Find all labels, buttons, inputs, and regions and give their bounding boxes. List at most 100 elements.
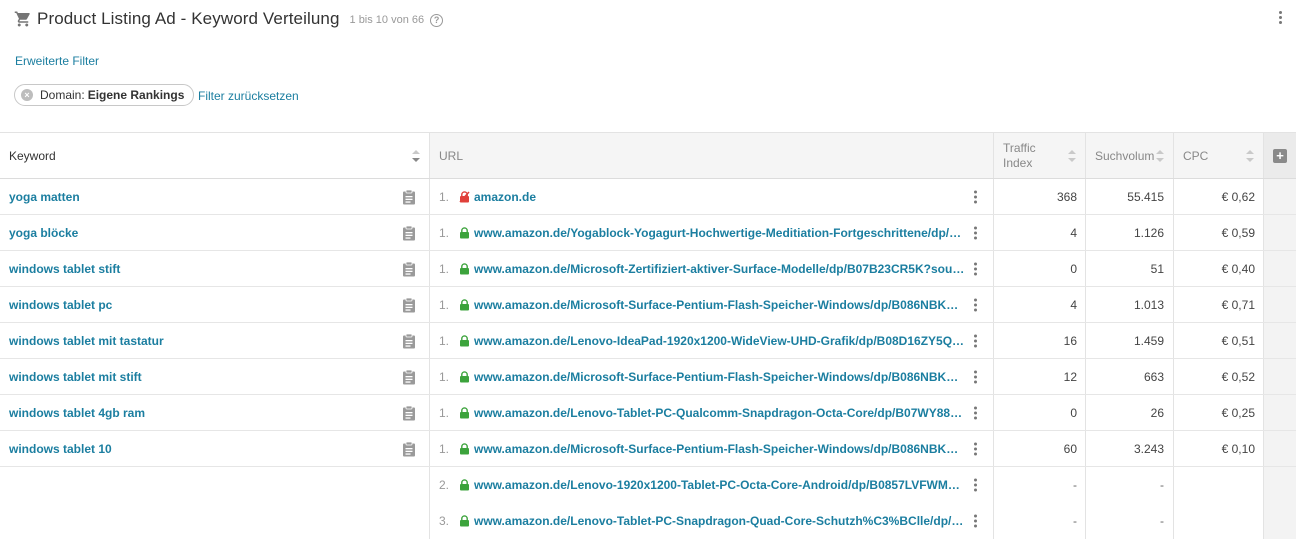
table-subrow: 2. www.amazon.de/Lenovo-1920x1200-Tablet-… [0, 467, 1296, 503]
keyword-link[interactable]: yoga matten [9, 190, 80, 204]
rank-number: 2. [439, 478, 450, 492]
page-title: Product Listing Ad - Keyword Verteilung [37, 9, 340, 28]
result-count: 1 bis 10 von 66 [349, 14, 425, 26]
traffic-index-cell: 16 [994, 323, 1086, 358]
search-volume-cell: - [1086, 467, 1174, 503]
row-menu-icon[interactable] [974, 298, 977, 311]
rank-number: 1. [439, 225, 450, 240]
advanced-filter-link[interactable]: Erweiterte Filter [15, 54, 99, 68]
clipboard-icon[interactable] [402, 369, 416, 385]
row-menu-icon[interactable] [974, 262, 977, 275]
column-cpc[interactable]: CPC [1174, 133, 1264, 178]
help-icon[interactable]: ? [430, 13, 444, 27]
keyword-cell: windows tablet pc [0, 287, 430, 322]
row-menu-icon[interactable] [974, 478, 977, 492]
url-link[interactable]: www.amazon.de/Lenovo-Tablet-PC-Snapdrago… [474, 514, 966, 528]
reset-filter-link[interactable]: Filter zurücksetzen [198, 89, 299, 103]
url-link[interactable]: www.amazon.de/Lenovo-1920x1200-Tablet-PC… [474, 478, 966, 492]
secure-lock-icon [460, 442, 469, 454]
row-menu-icon[interactable] [974, 190, 977, 203]
chip-value: Eigene Rankings [87, 88, 185, 102]
rank-number: 1. [439, 189, 450, 204]
clipboard-icon[interactable] [402, 333, 416, 349]
clipboard-icon[interactable] [402, 441, 416, 457]
rank-number: 3. [439, 514, 450, 528]
url-link[interactable]: www.amazon.de/Microsoft-Surface-Pentium-… [474, 442, 966, 456]
table-row: windows tablet stift 1. www.amazon.de/Micr… [0, 251, 1296, 287]
add-column-cell [1264, 179, 1296, 214]
url-cell: 3. www.amazon.de/Lenovo-Tablet-PC-Snapdra… [430, 503, 994, 539]
url-link[interactable]: www.amazon.de/Microsoft-Surface-Pentium-… [474, 370, 966, 384]
secure-lock-icon [460, 370, 469, 382]
table-subrow: 3. www.amazon.de/Lenovo-Tablet-PC-Snapdra… [0, 503, 1296, 539]
secure-lock-icon [460, 298, 469, 310]
sort-icon[interactable] [1068, 149, 1076, 162]
table-row: windows tablet mit stift 1. www.amazon.de/… [0, 359, 1296, 395]
clipboard-icon[interactable] [402, 297, 416, 313]
url-link[interactable]: www.amazon.de/Lenovo-IdeaPad-1920x1200-W… [474, 334, 966, 348]
secure-lock-icon [460, 262, 469, 274]
rank-number: 1. [439, 333, 450, 348]
add-column-cell [1264, 287, 1296, 322]
traffic-index-cell: 4 [994, 215, 1086, 250]
keyword-link[interactable]: windows tablet pc [9, 298, 112, 312]
row-menu-icon[interactable] [974, 406, 977, 419]
cpc-cell: € 0,59 [1174, 215, 1264, 250]
sort-icon[interactable] [1156, 149, 1164, 162]
keyword-link[interactable]: windows tablet 10 [9, 442, 112, 456]
remove-filter-icon[interactable]: × [21, 89, 33, 101]
column-label: URL [439, 148, 464, 163]
url-link[interactable]: amazon.de [474, 190, 966, 204]
url-cell: 1. www.amazon.de/Lenovo-Tablet-PC-Qualcom… [430, 395, 994, 430]
url-link[interactable]: www.amazon.de/Yogablock-Yogagurt-Hochwer… [474, 226, 966, 240]
keyword-link[interactable]: windows tablet mit stift [9, 370, 142, 384]
keyword-link[interactable]: windows tablet stift [9, 262, 120, 276]
search-volume-cell: 1.013 [1086, 287, 1174, 322]
add-column-cell [1264, 431, 1296, 466]
column-url: URL [430, 133, 994, 178]
column-label: Keyword [9, 148, 56, 163]
row-menu-icon[interactable] [974, 226, 977, 239]
add-column-cell: + [1264, 133, 1296, 178]
column-keyword[interactable]: Keyword [0, 133, 430, 178]
add-column-icon[interactable]: + [1273, 148, 1287, 163]
url-cell: 1. www.amazon.de/Microsoft-Surface-Pentiu… [430, 359, 994, 394]
table-body: yoga matten 1. amazon.de 368 55.415 € 0,62 yog… [0, 179, 1296, 539]
keyword-cell: windows tablet 4gb ram [0, 395, 430, 430]
keyword-cell [0, 503, 430, 539]
url-link[interactable]: www.amazon.de/Microsoft-Surface-Pentium-… [474, 298, 966, 312]
rank-number: 1. [439, 261, 450, 276]
rank-number: 1. [439, 441, 450, 456]
keyword-link[interactable]: windows tablet 4gb ram [9, 406, 145, 420]
url-link[interactable]: www.amazon.de/Lenovo-Tablet-PC-Qualcomm-… [474, 406, 966, 420]
row-menu-icon[interactable] [974, 442, 977, 455]
sort-icon[interactable] [1246, 149, 1254, 162]
search-volume-cell: 26 [1086, 395, 1174, 430]
clipboard-icon[interactable] [402, 189, 416, 205]
rank-number: 1. [439, 405, 450, 420]
row-menu-icon[interactable] [974, 514, 977, 528]
keyword-cell: windows tablet 10 [0, 431, 430, 466]
table-header: Keyword URL Traffic Index Suchvolum CPC + [0, 132, 1296, 179]
keyword-link[interactable]: yoga blöcke [9, 226, 78, 240]
clipboard-icon[interactable] [402, 225, 416, 241]
keyword-cell: yoga matten [0, 179, 430, 214]
chip-label: Domain: [40, 88, 85, 102]
cpc-cell [1174, 503, 1264, 539]
keyword-cell: windows tablet stift [0, 251, 430, 286]
row-menu-icon[interactable] [974, 370, 977, 383]
traffic-index-cell: - [994, 467, 1086, 503]
url-cell: 1. amazon.de [430, 179, 994, 214]
clipboard-icon[interactable] [402, 405, 416, 421]
keyword-link[interactable]: windows tablet mit tastatur [9, 334, 164, 348]
add-column-cell [1264, 467, 1296, 503]
row-menu-icon[interactable] [974, 334, 977, 347]
url-cell: 1. www.amazon.de/Microsoft-Surface-Pentiu… [430, 287, 994, 322]
column-search-volume[interactable]: Suchvolum [1086, 133, 1174, 178]
sort-icon[interactable] [412, 149, 420, 162]
column-traffic-index[interactable]: Traffic Index [994, 133, 1086, 178]
traffic-index-cell: 12 [994, 359, 1086, 394]
clipboard-icon[interactable] [402, 261, 416, 277]
more-options-icon[interactable] [1277, 11, 1283, 24]
url-link[interactable]: www.amazon.de/Microsoft-Zertifiziert-akt… [474, 262, 966, 276]
